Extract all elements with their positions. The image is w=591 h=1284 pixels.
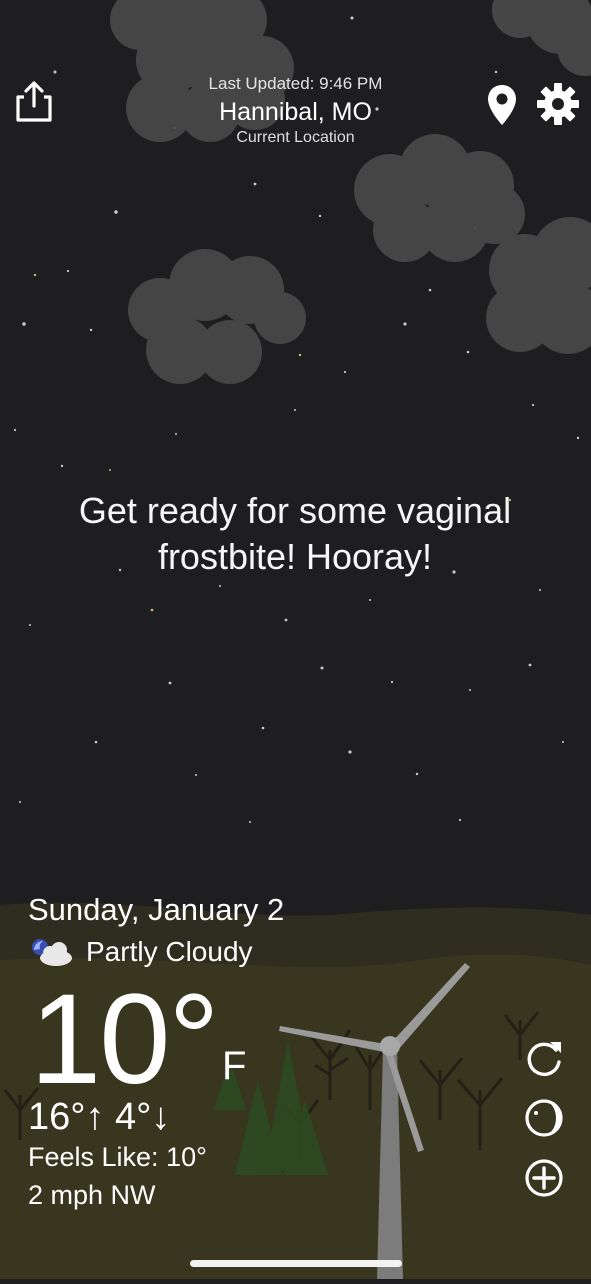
condition-text: Partly Cloudy bbox=[86, 936, 253, 967]
location-subtitle: Current Location bbox=[236, 129, 355, 146]
moon-phase-icon[interactable] bbox=[522, 1096, 566, 1140]
top-bar: Last Updated: 9:46 PM Hannibal, MO Curre… bbox=[0, 0, 591, 160]
high-low-temperature: 16°↑ 4°↓ bbox=[28, 1096, 171, 1138]
location-pin-icon[interactable] bbox=[486, 84, 518, 126]
temperature-unit[interactable]: F bbox=[222, 1044, 246, 1089]
forecast-date: Sunday, January 2 bbox=[28, 892, 285, 927]
feels-like-text: Feels Like: 10° bbox=[28, 1142, 207, 1172]
add-icon[interactable] bbox=[522, 1156, 566, 1200]
gear-icon[interactable] bbox=[536, 82, 580, 126]
home-indicator[interactable] bbox=[190, 1260, 402, 1267]
wind-text: 2 mph NW bbox=[28, 1180, 156, 1210]
weather-message: Get ready for some vaginal frostbite! Ho… bbox=[78, 490, 512, 577]
current-temperature: 10° bbox=[30, 968, 220, 1111]
partly-cloudy-night-icon bbox=[32, 939, 72, 966]
refresh-icon[interactable] bbox=[522, 1036, 566, 1080]
